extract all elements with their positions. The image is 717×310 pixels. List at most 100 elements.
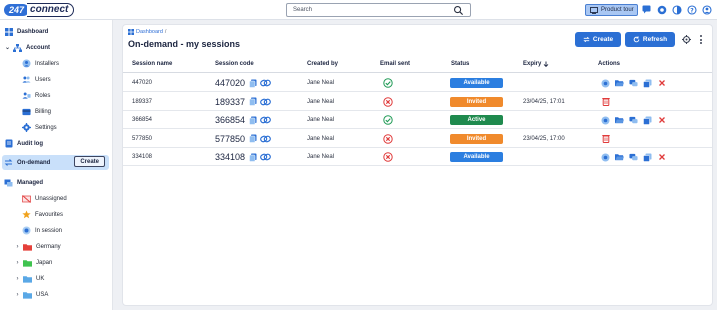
chat-icon[interactable] (629, 79, 638, 88)
link-icon[interactable] (260, 116, 271, 125)
chevron-right-icon[interactable]: › (14, 276, 21, 282)
actions-cell (601, 111, 666, 129)
link-icon[interactable] (260, 79, 271, 88)
trash-icon[interactable] (601, 134, 610, 143)
chevron-right-icon[interactable]: › (14, 292, 21, 298)
header-session-name[interactable]: Session name (132, 61, 172, 67)
managed-icon (4, 178, 13, 187)
sidebar-item-managed[interactable]: Managed (4, 176, 43, 189)
brand-logo[interactable]: 247 connect (4, 2, 75, 18)
sidebar-item-users[interactable]: Users (22, 73, 51, 86)
session-name: 366854 (132, 117, 153, 123)
link-icon[interactable] (260, 134, 271, 143)
header-email-sent[interactable]: Email sent (380, 61, 410, 67)
sidebar-create-button[interactable]: Create (74, 156, 105, 167)
copy-session-icon[interactable] (643, 116, 652, 125)
more-options-icon[interactable] (698, 34, 704, 45)
dashboard-icon (4, 27, 13, 36)
table-row[interactable]: 189337 189337 Jane Neal Invited 23/04/25, 17… (123, 93, 712, 111)
question-icon[interactable]: ? (686, 4, 697, 15)
table-row[interactable]: 366854 366854 Jane Neal Active (123, 111, 712, 129)
sidebar-item-favourites[interactable]: Favourites (22, 208, 63, 221)
trash-icon[interactable] (601, 97, 610, 106)
sidebar-group-usa[interactable]: › USA (14, 288, 48, 301)
help-circle-icon[interactable] (656, 4, 667, 15)
header-session-code[interactable]: Session code (215, 61, 254, 67)
sidebar-group-label: UK (36, 275, 45, 282)
chat-icon[interactable] (641, 4, 652, 15)
installers-icon (22, 59, 31, 68)
sidebar-item-on-demand[interactable]: On-demand Create (2, 155, 109, 170)
header-status[interactable]: Status (451, 61, 469, 67)
copy-icon[interactable] (248, 116, 257, 125)
sidebar-item-unassigned[interactable]: Unassigned (22, 192, 67, 205)
copy-session-icon[interactable] (643, 153, 652, 162)
copy-icon[interactable] (248, 97, 257, 106)
search-input[interactable]: Search (286, 3, 471, 17)
gear-icon[interactable] (682, 35, 691, 44)
folder-icon (23, 290, 32, 299)
refresh-icon (633, 36, 640, 43)
link-icon[interactable] (260, 97, 271, 106)
delete-x-icon[interactable] (657, 153, 666, 162)
actions-cell (601, 148, 666, 166)
view-icon[interactable] (601, 153, 610, 162)
user-settings-icon[interactable] (701, 4, 712, 15)
copy-icon[interactable] (248, 79, 257, 88)
search-icon[interactable] (453, 5, 464, 16)
copy-icon[interactable] (248, 153, 257, 162)
session-name: 447020 (132, 80, 153, 86)
refresh-button[interactable]: Refresh (625, 32, 675, 47)
sidebar-item-installers[interactable]: Installers (22, 57, 59, 70)
delete-x-icon[interactable] (657, 116, 666, 125)
sidebar-item-audit-log[interactable]: Audit log (4, 137, 43, 150)
sessions-card: Dashboard / On-demand - my sessions Crea… (122, 24, 713, 306)
sidebar-item-account[interactable]: ⌄ Account (4, 41, 50, 54)
chevron-right-icon[interactable]: › (14, 260, 21, 266)
view-icon[interactable] (601, 79, 610, 88)
header-created-by[interactable]: Created by (307, 61, 338, 67)
sidebar-item-settings[interactable]: Settings (22, 121, 57, 134)
breadcrumb-dashboard-link[interactable]: Dashboard (136, 29, 163, 35)
email-failed-icon (383, 93, 393, 111)
session-name: 334108 (132, 154, 153, 160)
header-expiry[interactable]: Expiry (523, 61, 549, 67)
status-badge: Active (450, 115, 503, 125)
sidebar-item-billing-label: Billing (35, 108, 52, 115)
contrast-icon[interactable] (671, 4, 682, 15)
copy-session-icon[interactable] (643, 79, 652, 88)
created-by: Jane Neal (307, 80, 335, 86)
folder-open-icon[interactable] (615, 116, 624, 125)
link-icon[interactable] (260, 153, 271, 162)
session-code: 189337 (215, 96, 246, 107)
folder-open-icon[interactable] (615, 153, 624, 162)
status-badge: Available (450, 78, 503, 88)
sidebar-item-in-session[interactable]: In session (22, 224, 62, 237)
chevron-down-icon[interactable]: ⌄ (4, 44, 11, 51)
chat-icon[interactable] (629, 116, 638, 125)
sidebar-item-dashboard[interactable]: Dashboard (4, 25, 48, 38)
delete-x-icon[interactable] (657, 79, 666, 88)
email-sent-check-icon (383, 74, 393, 92)
sidebar-item-favourites-label: Favourites (35, 211, 64, 218)
table-row[interactable]: 334108 334108 Jane Neal Available (123, 148, 712, 166)
table-row[interactable]: 577850 577850 Jane Neal Invited 23/04/25, 17… (123, 130, 712, 148)
sidebar-group-label: Japan (36, 259, 53, 266)
sidebar-group-germany[interactable]: › Germany (14, 240, 61, 253)
sidebar-item-billing[interactable]: Billing (22, 105, 51, 118)
create-button[interactable]: Create (575, 32, 621, 47)
header-actions: Actions (598, 61, 621, 67)
sidebar-item-settings-label: Settings (35, 124, 57, 131)
table-row[interactable]: 447020 447020 Jane Neal Available (123, 74, 712, 92)
sidebar-group-japan[interactable]: › Japan (14, 256, 52, 269)
chevron-right-icon[interactable]: › (14, 244, 21, 250)
product-tour-button[interactable]: Product tour (585, 4, 638, 16)
chat-icon[interactable] (629, 153, 638, 162)
folder-open-icon[interactable] (615, 79, 624, 88)
sidebar-item-users-label: Users (35, 76, 51, 83)
view-icon[interactable] (601, 116, 610, 125)
sidebar-item-roles[interactable]: Roles (22, 89, 50, 102)
copy-icon[interactable] (248, 134, 257, 143)
sidebar-group-uk[interactable]: › UK (14, 272, 44, 285)
status-cell: Invited (450, 130, 503, 148)
